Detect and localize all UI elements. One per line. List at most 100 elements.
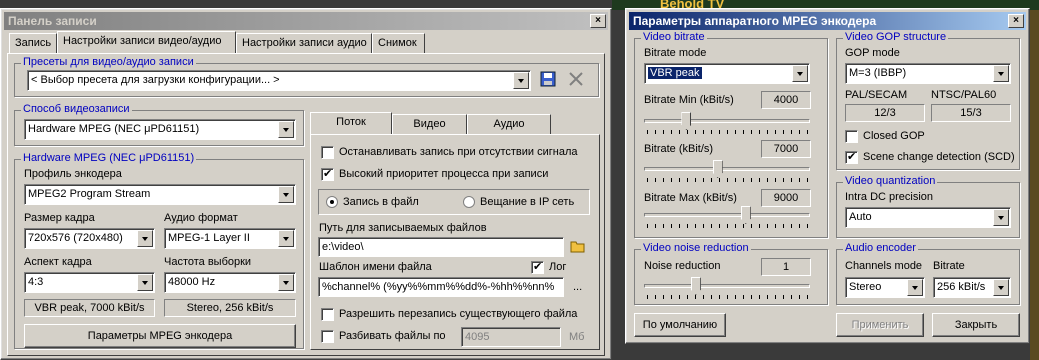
record-to-file-label: Запись в файл xyxy=(343,196,419,208)
chevron-down-icon[interactable] xyxy=(792,65,808,82)
filename-template-label: Шаблон имени файла xyxy=(319,261,432,273)
high-priority-label: Высокий приоритет процесса при записи xyxy=(339,168,549,180)
hw-mpeg-group: Hardware MPEG (NEC μPD61151) Профиль энк… xyxy=(14,152,304,349)
bitrate-max-track xyxy=(644,213,810,217)
allow-overwrite-label: Разрешить перезапись существующего файла xyxy=(339,308,578,320)
recording-panel-titlebar[interactable]: Панель записи × xyxy=(4,12,608,30)
chevron-down-icon[interactable] xyxy=(278,121,294,138)
tab-audio-settings[interactable]: Настройки записи аудио xyxy=(236,33,372,53)
template-browse-button[interactable]: ... xyxy=(573,281,582,293)
chevron-down-icon[interactable] xyxy=(907,279,923,296)
closed-gop-checkbox[interactable] xyxy=(845,130,858,143)
close-button[interactable]: × xyxy=(590,14,606,28)
bitrate-slider[interactable] xyxy=(712,160,723,178)
aspect-label: Аспект кадра xyxy=(24,256,92,268)
bitrate-mode-select[interactable]: VBR peak xyxy=(644,63,810,84)
stop-no-signal-label: Останавливать запись при отсутствии сигн… xyxy=(339,146,578,158)
gop-mode-label: GOP mode xyxy=(845,47,900,59)
recording-method-value: Hardware MPEG (NEC μPD61151) xyxy=(28,123,200,135)
bitrate-min-label: Bitrate Min (kBit/s) xyxy=(644,94,734,106)
delete-preset-icon[interactable] xyxy=(567,70,585,88)
dialog-title: Параметры аппаратного MPEG энкодера xyxy=(633,14,877,28)
mpeg-encoder-titlebar[interactable]: Параметры аппаратного MPEG энкодера × xyxy=(629,12,1026,30)
recording-method-select[interactable]: Hardware MPEG (NEC μPD61151) xyxy=(24,119,296,140)
bitrate-max-value: 9000 xyxy=(761,189,811,207)
audio-format-label: Аудио формат xyxy=(164,212,238,224)
subtab-stream[interactable]: Поток xyxy=(310,112,392,134)
subtab-video[interactable]: Видео xyxy=(392,114,467,134)
chevron-down-icon[interactable] xyxy=(278,186,294,203)
intra-dc-label: Intra DC precision xyxy=(845,191,934,203)
audio-bitrate-select[interactable]: 256 kBit/s xyxy=(933,277,1011,298)
noise-reduction-label: Noise reduction xyxy=(644,260,721,272)
stop-no-signal-checkbox[interactable] xyxy=(321,146,334,159)
audio-bitrate-label: Bitrate xyxy=(933,260,965,272)
noise-reduction-group: Video noise reduction Noise reduction 1 xyxy=(634,242,828,305)
chevron-down-icon[interactable] xyxy=(993,209,1009,226)
split-files-label: Разбивать файлы по xyxy=(339,330,446,342)
allow-overwrite-checkbox[interactable] xyxy=(321,308,334,321)
tab-record[interactable]: Запись xyxy=(9,33,57,53)
path-field[interactable]: e:\video\ xyxy=(318,237,564,257)
chevron-down-icon[interactable] xyxy=(137,230,153,247)
bitrate-min-slider[interactable] xyxy=(681,112,692,130)
quantization-group: Video quantization Intra DC precision Au… xyxy=(836,175,1020,238)
hw-mpeg-legend: Hardware MPEG (NEC μPD61151) xyxy=(21,152,197,164)
bitrate-min-ticks xyxy=(647,130,809,134)
bitrate-max-slider[interactable] xyxy=(740,206,751,224)
gop-structure-group: Video GOP structure GOP mode M=3 (IBBP) … xyxy=(836,31,1020,170)
ntsc-label: NTSC/PAL60 xyxy=(931,89,997,101)
pal-label: PAL/SECAM xyxy=(845,89,908,101)
chevron-down-icon[interactable] xyxy=(993,279,1009,296)
encoder-profile-select[interactable]: MPEG2 Program Stream xyxy=(24,184,296,205)
video-bitrate-group: Video bitrate Bitrate mode VBR peak Bitr… xyxy=(634,31,828,238)
default-button[interactable]: По умолчанию xyxy=(634,313,726,337)
preset-select[interactable]: < Выбор пресета для загрузки конфигураци… xyxy=(27,70,531,91)
high-priority-checkbox[interactable] xyxy=(321,167,334,181)
audio-format-select[interactable]: MPEG-1 Layer II xyxy=(164,228,296,249)
presets-group: Пресеты для видео/аудио записи < Выбор п… xyxy=(14,56,599,97)
preset-value: < Выбор пресета для загрузки конфигураци… xyxy=(31,74,280,86)
noise-reduction-value: 1 xyxy=(761,258,811,276)
tab-snapshot[interactable]: Снимок xyxy=(372,33,425,53)
audio-bitrate-value: 256 kBit/s xyxy=(937,281,986,293)
chevron-down-icon[interactable] xyxy=(278,274,294,291)
sample-rate-select[interactable]: 48000 Hz xyxy=(164,272,296,293)
aspect-select[interactable]: 4:3 xyxy=(24,272,155,293)
ntsc-value: 15/3 xyxy=(931,104,1011,122)
sample-rate-value: 48000 Hz xyxy=(168,276,216,288)
chevron-down-icon[interactable] xyxy=(278,230,294,247)
subtab-audio[interactable]: Аудио xyxy=(467,114,551,134)
chevron-down-icon[interactable] xyxy=(513,72,529,89)
broadcast-ip-radio[interactable] xyxy=(463,196,475,208)
gop-mode-select[interactable]: M=3 (IBBP) xyxy=(845,63,1011,84)
save-preset-icon[interactable] xyxy=(540,71,556,87)
close-button[interactable]: × xyxy=(1008,14,1024,28)
record-to-file-radio[interactable] xyxy=(326,196,338,208)
frame-size-value: 720x576 (720x480) xyxy=(28,232,123,244)
close-dialog-button[interactable]: Закрыть xyxy=(932,313,1020,337)
broadcast-ip-label: Вещание в IP сеть xyxy=(480,196,575,208)
mpeg-encoder-params-button[interactable]: Параметры MPEG энкодера xyxy=(24,324,296,348)
quantization-legend: Video quantization xyxy=(843,175,938,187)
frame-size-select[interactable]: 720x576 (720x480) xyxy=(24,228,155,249)
scene-change-checkbox[interactable] xyxy=(845,150,858,164)
noise-reduction-slider[interactable] xyxy=(690,277,701,295)
channels-mode-select[interactable]: Stereo xyxy=(845,277,925,298)
log-checkbox[interactable] xyxy=(531,260,544,274)
apply-button[interactable]: Применить xyxy=(836,313,924,337)
split-size-field[interactable]: 4095 xyxy=(461,327,561,347)
chevron-down-icon[interactable] xyxy=(137,274,153,291)
channels-mode-value: Stereo xyxy=(849,281,882,293)
bitrate-track xyxy=(644,167,810,171)
intra-dc-select[interactable]: Auto xyxy=(845,207,1011,228)
folder-icon[interactable] xyxy=(570,239,586,253)
split-unit-label: Мб xyxy=(569,331,585,343)
chevron-down-icon[interactable] xyxy=(993,65,1009,82)
filename-template-field[interactable]: %channel% (%yy%%mm%%dd%-%hh%%nn% xyxy=(318,277,564,297)
recording-panel-window: Панель записи × Запись Настройки записи … xyxy=(0,8,612,360)
tab-video-audio-settings[interactable]: Настройки записи видео/аудио xyxy=(57,31,236,53)
audio-summary: Stereo, 256 kBit/s xyxy=(164,299,296,317)
noise-reduction-track xyxy=(644,284,810,288)
split-files-checkbox[interactable] xyxy=(321,330,334,343)
